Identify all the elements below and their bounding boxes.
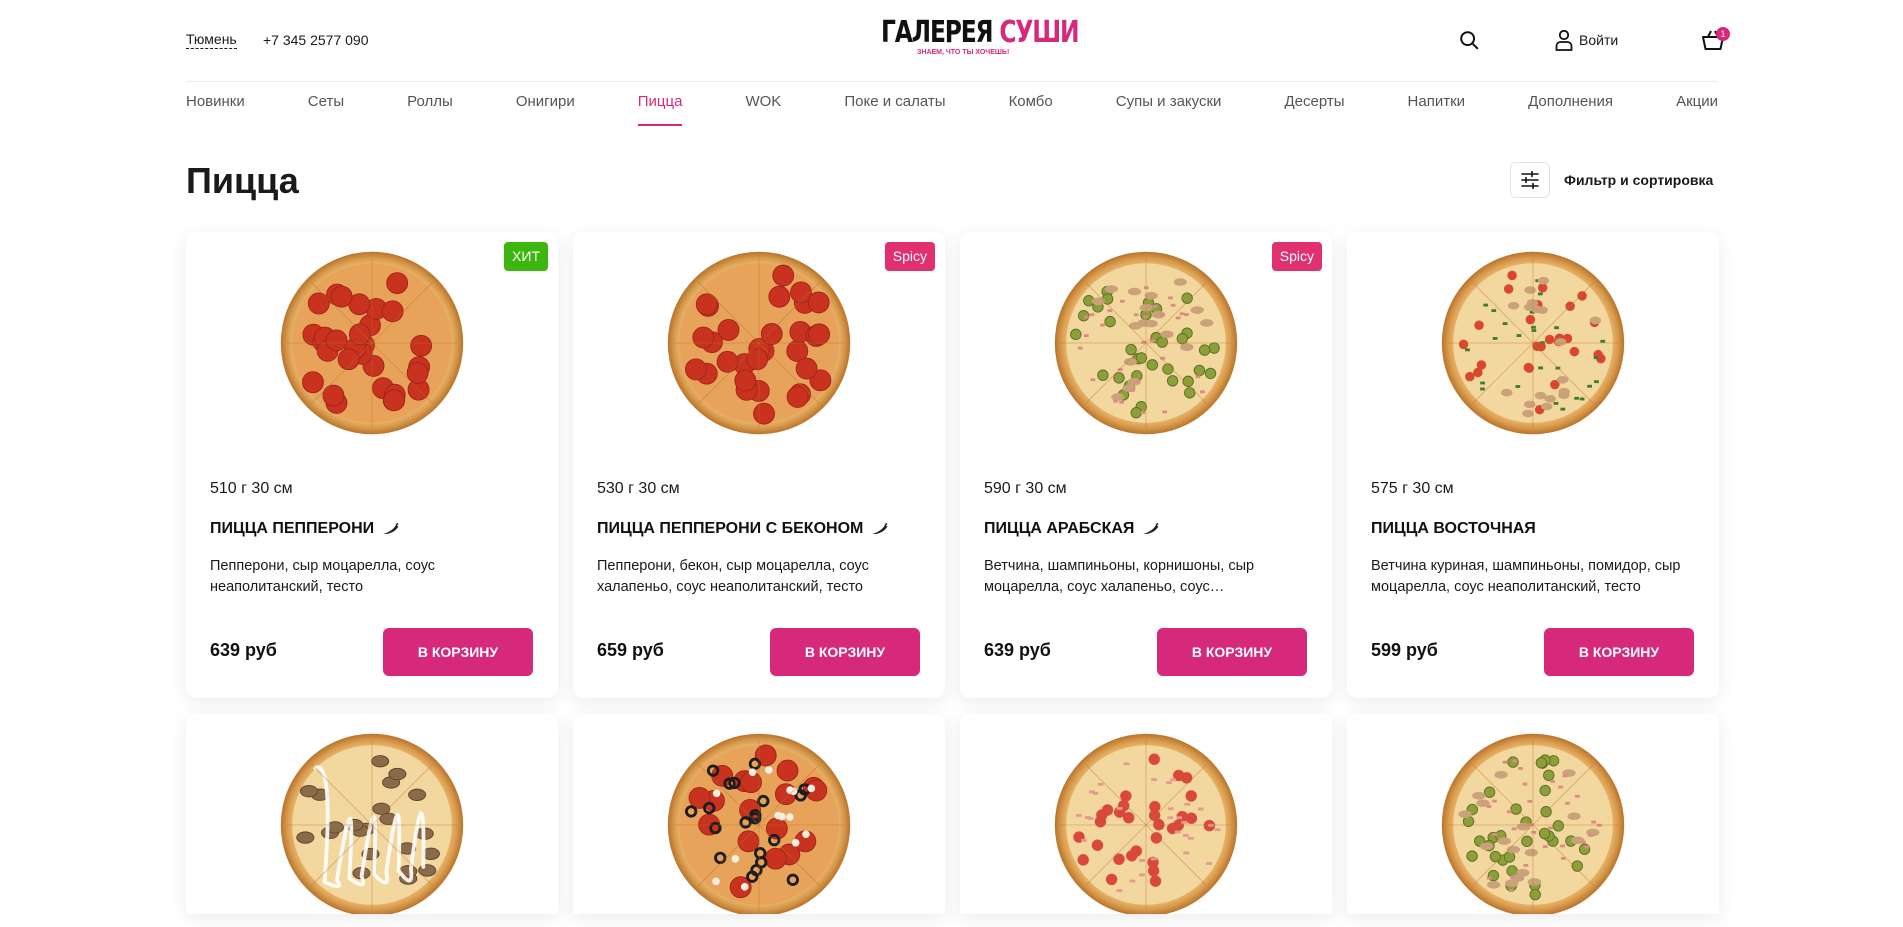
chili-pepper-icon	[872, 523, 888, 535]
logo-text-part2: СУШИ	[999, 15, 1079, 50]
category-item[interactable]: Сеты	[308, 92, 344, 126]
product-description: Пепперони, бекон, сыр моцарелла, соус ха…	[597, 558, 869, 595]
category-item[interactable]: Десерты	[1284, 92, 1344, 126]
login-button[interactable]: Войти	[1555, 28, 1618, 52]
category-item[interactable]: WOK	[745, 92, 781, 126]
product-name-text: ПИЦЦА ВОСТОЧНАЯ	[1371, 520, 1536, 537]
login-label: Войти	[1579, 32, 1619, 48]
product-badge: Spicy	[884, 242, 935, 271]
product-description: Ветчина куриная, шампиньоны, помидор, сы…	[1371, 558, 1681, 595]
product-description: Пепперони, сыр моцарелла, соус неаполита…	[210, 558, 436, 595]
header: Тюмень +7 345 2577 090 ГАЛЕРЕЯ СУШИ ЗНАЕ…	[186, 0, 1730, 82]
category-item[interactable]: Комбо	[1009, 92, 1053, 126]
logo-text-part1: ГАЛЕРЕЯ	[881, 15, 994, 50]
pizza-image[interactable]	[1438, 730, 1628, 914]
product-card[interactable]	[573, 714, 945, 914]
search-icon[interactable]	[1458, 29, 1480, 51]
pizza-image[interactable]	[277, 730, 467, 914]
product-card[interactable]	[186, 714, 558, 914]
product-card[interactable]: Spicy 590 г 30 см ПИЦЦА АРАБСКАЯ Ветчина, ш…	[960, 232, 1332, 698]
pizza-image[interactable]	[664, 248, 854, 438]
product-weight: 510 г 30 см	[210, 480, 293, 497]
product-grid: ХИТ 510 г 30 см ПИЦЦА ПЕППЕРОНИ Пепперони, …	[186, 232, 1719, 914]
product-card[interactable]: ХИТ 510 г 30 см ПИЦЦА ПЕППЕРОНИ Пепперони, …	[186, 232, 558, 698]
product-card[interactable]: Spicy 530 г 30 см ПИЦЦА ПЕППЕРОНИ С БЕКОНО…	[573, 232, 945, 698]
logo[interactable]: ГАЛЕРЕЯ СУШИ ЗНАЕМ, ЧТО ТЫ ХОЧЕШЬ!	[881, 15, 1080, 62]
add-to-cart-button[interactable]: В КОРЗИНУ	[770, 628, 920, 676]
product-price: 599 руб	[1371, 640, 1438, 660]
category-item[interactable]: Новинки	[186, 92, 245, 126]
category-item[interactable]: Поке и салаты	[844, 92, 945, 126]
category-item[interactable]: Напитки	[1408, 92, 1466, 126]
product-name[interactable]: ПИЦЦА ПЕППЕРОНИ С БЕКОНОМ	[597, 520, 889, 538]
filter-icon-box	[1510, 162, 1550, 198]
add-to-cart-button[interactable]: В КОРЗИНУ	[1157, 628, 1307, 676]
product-card[interactable]	[1347, 714, 1719, 914]
phone-number[interactable]: +7 345 2577 090	[263, 32, 369, 48]
user-icon	[1555, 29, 1573, 51]
product-card[interactable]: 575 г 30 см ПИЦЦА ВОСТОЧНАЯ Ветчина курина…	[1347, 232, 1719, 698]
cart-count-badge: 1	[1716, 27, 1730, 41]
category-item[interactable]: Роллы	[407, 92, 453, 126]
product-name[interactable]: ПИЦЦА АРАБСКАЯ	[984, 520, 1160, 538]
logo-tagline: ЗНАЕМ, ЧТО ТЫ ХОЧЕШЬ!	[917, 49, 1010, 56]
cart-button[interactable]: 1	[1700, 27, 1730, 55]
city-selector[interactable]: Тюмень	[186, 31, 237, 49]
product-card[interactable]	[960, 714, 1332, 914]
add-to-cart-button[interactable]: В КОРЗИНУ	[383, 628, 533, 676]
sliders-icon	[1521, 171, 1539, 189]
chili-pepper-icon	[383, 523, 399, 535]
product-badge: Spicy	[1271, 242, 1322, 271]
product-description: Ветчина, шампиньоны, корнишоны, сыр моца…	[984, 558, 1255, 595]
chili-pepper-icon	[1143, 523, 1159, 535]
product-badge: ХИТ	[504, 242, 548, 271]
category-nav: Новинки Сеты Роллы Онигири Пицца WOK Поке и са…	[186, 92, 1718, 126]
product-name[interactable]: ПИЦЦА ПЕППЕРОНИ	[210, 520, 400, 538]
category-item[interactable]: Акции	[1676, 92, 1718, 126]
product-price: 639 руб	[210, 640, 277, 660]
pizza-image[interactable]	[1051, 730, 1241, 914]
product-name-text: ПИЦЦА ПЕППЕРОНИ С БЕКОНОМ	[597, 520, 864, 537]
product-name-text: ПИЦЦА АРАБСКАЯ	[984, 520, 1135, 537]
product-price: 659 руб	[597, 640, 664, 660]
category-item[interactable]: Онигири	[516, 92, 575, 126]
pizza-image[interactable]	[277, 248, 467, 438]
filter-sort-button[interactable]: Фильтр и сортировка	[1510, 162, 1713, 198]
add-to-cart-button[interactable]: В КОРЗИНУ	[1544, 628, 1694, 676]
category-item[interactable]: Дополнения	[1528, 92, 1613, 126]
product-weight: 575 г 30 см	[1371, 480, 1454, 497]
product-weight: 590 г 30 см	[984, 480, 1067, 497]
page-title: Пицца	[186, 160, 299, 201]
filter-sort-label: Фильтр и сортировка	[1564, 172, 1714, 188]
category-item[interactable]: Супы и закуски	[1116, 92, 1222, 126]
pizza-image[interactable]	[1438, 248, 1628, 438]
category-item[interactable]: Пицца	[637, 92, 683, 126]
product-price: 639 руб	[984, 640, 1051, 660]
product-name-text: ПИЦЦА ПЕППЕРОНИ	[210, 520, 375, 537]
pizza-image[interactable]	[664, 730, 854, 914]
pizza-image[interactable]	[1051, 248, 1241, 438]
product-name[interactable]: ПИЦЦА ВОСТОЧНАЯ	[1371, 520, 1536, 538]
product-weight: 530 г 30 см	[597, 480, 680, 497]
